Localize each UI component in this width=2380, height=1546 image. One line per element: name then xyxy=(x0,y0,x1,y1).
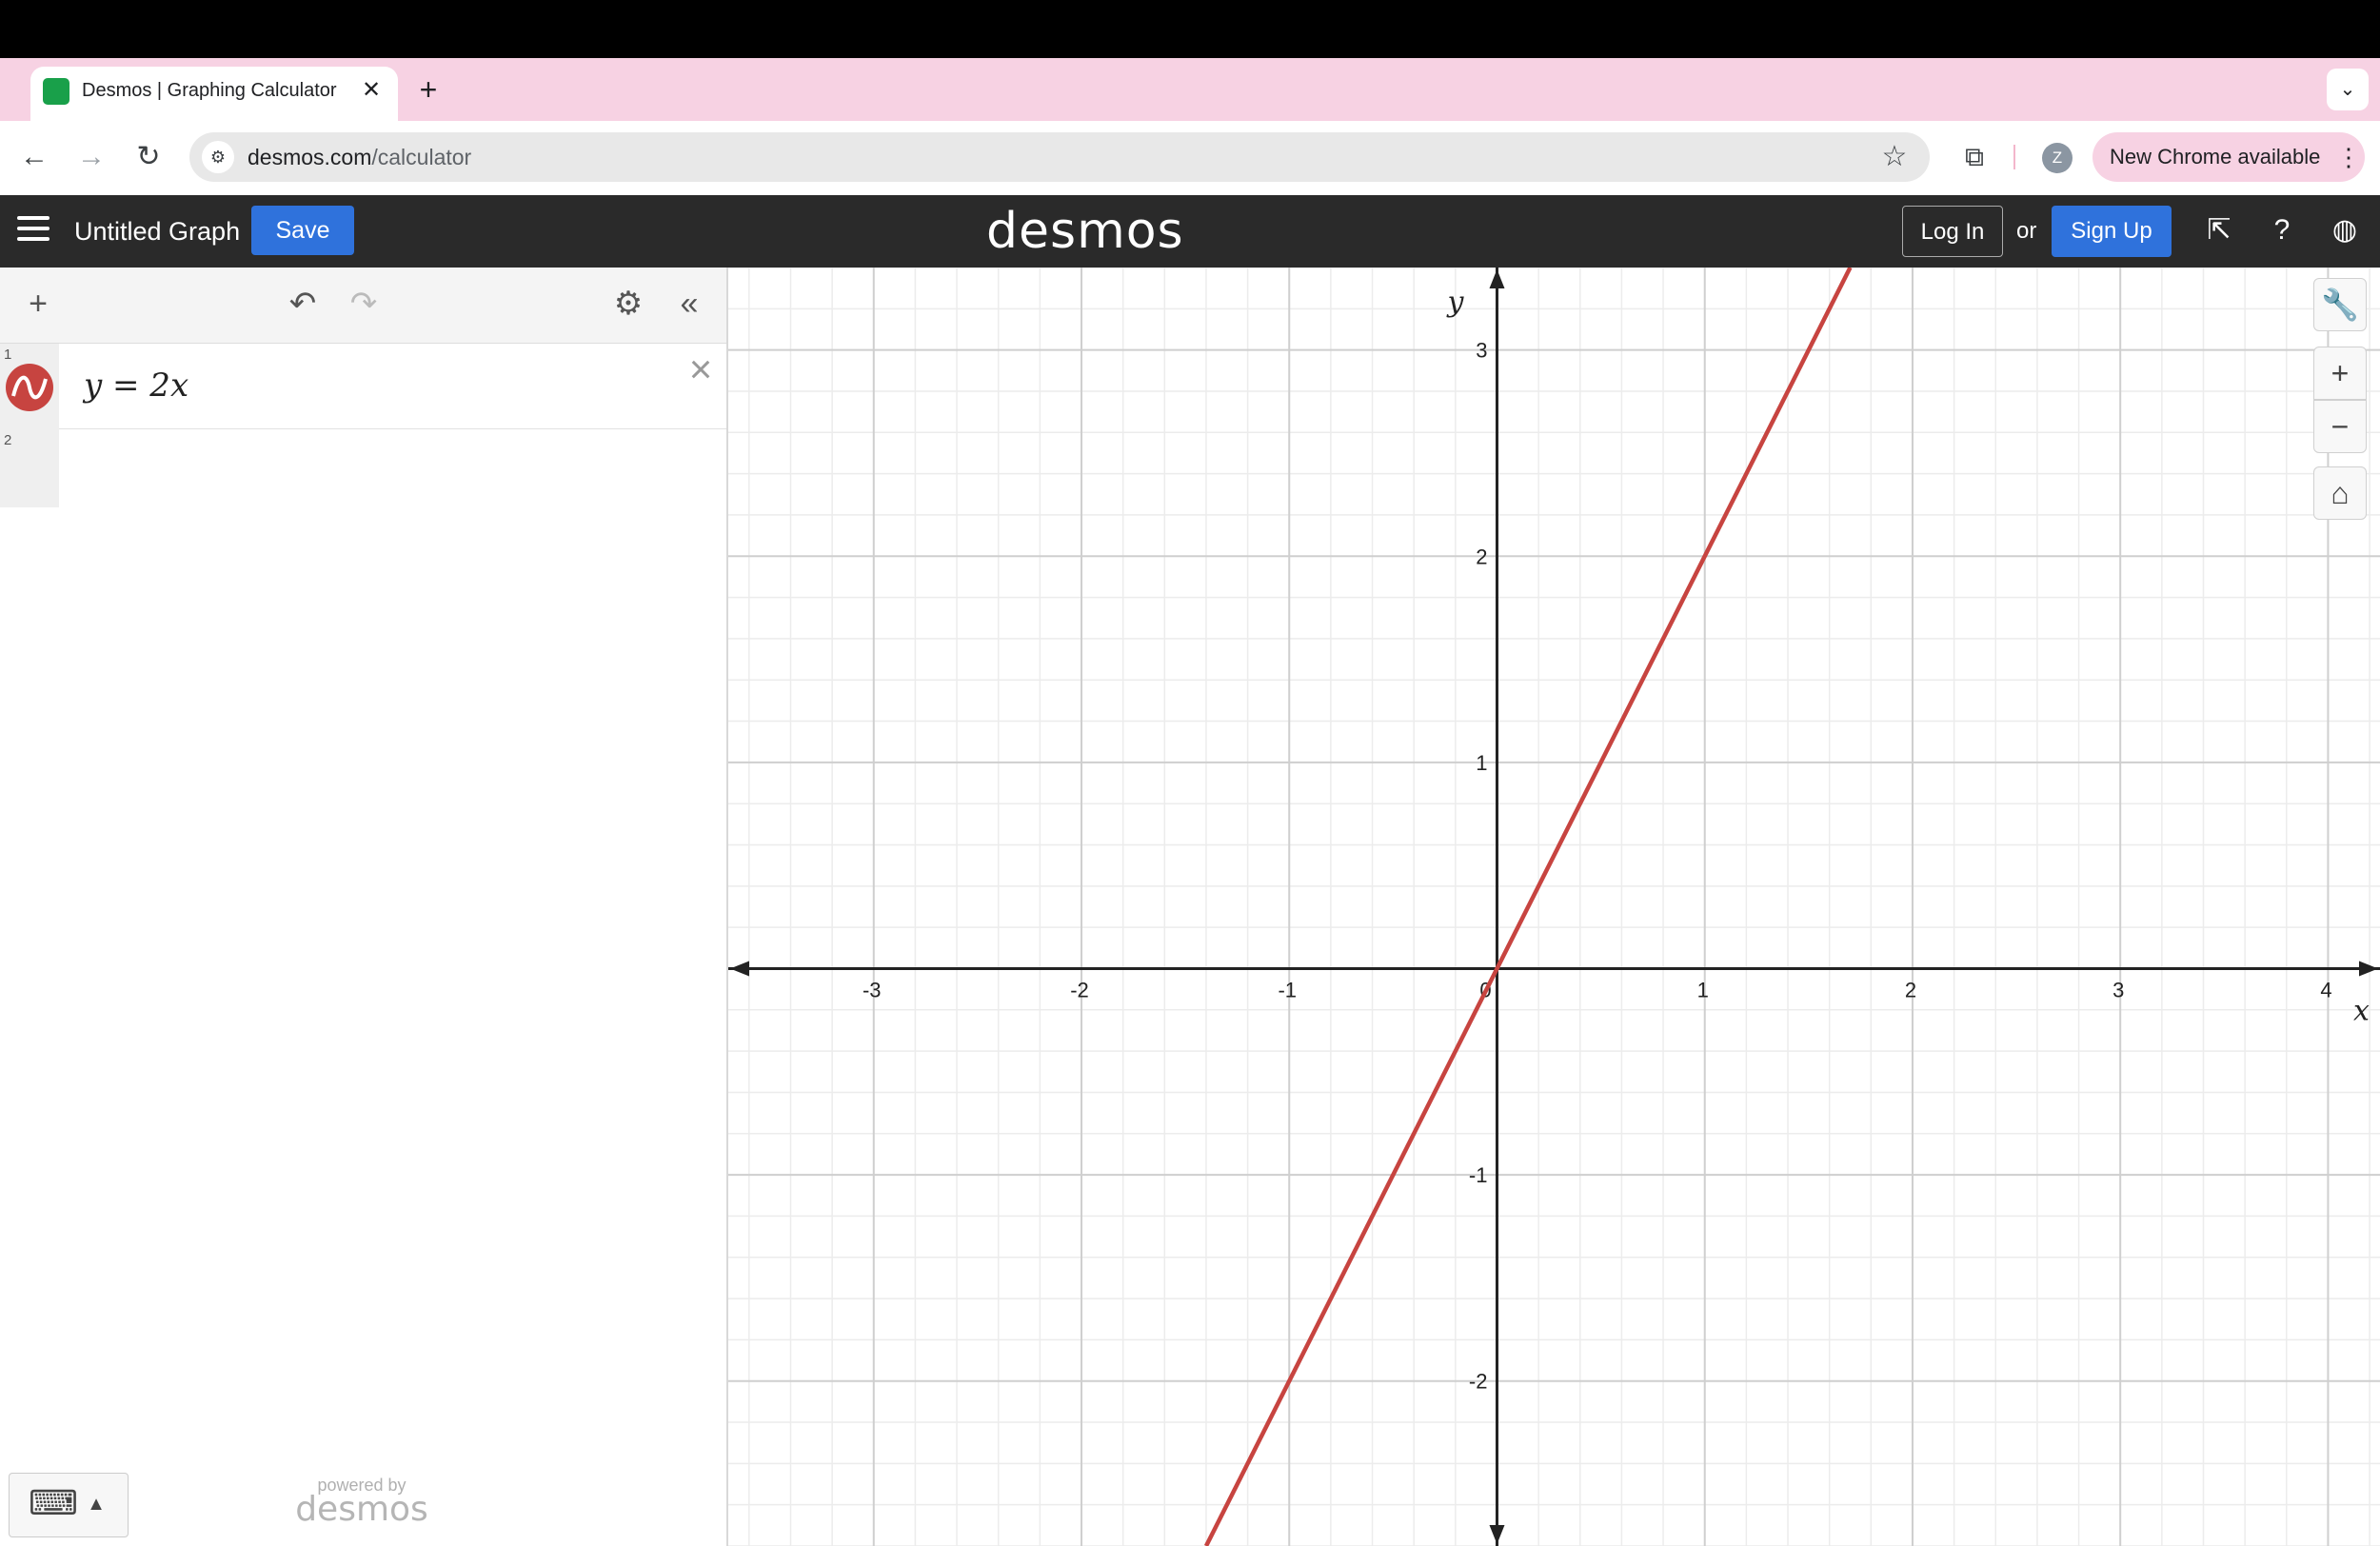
undo-icon[interactable]: ↶ xyxy=(282,283,324,325)
or-label: or xyxy=(2016,218,2037,244)
zoom-in-icon[interactable]: + xyxy=(2313,347,2367,400)
y-axis-arrow-up xyxy=(1489,269,1505,288)
home-icon[interactable]: ⌂ xyxy=(2313,466,2367,520)
series-line xyxy=(1203,268,1853,1546)
x-tick-label: 3 xyxy=(2112,978,2124,1001)
back-icon[interactable]: ← xyxy=(13,133,55,181)
x-tick-label: -2 xyxy=(1070,978,1089,1001)
x-tick-label: 1 xyxy=(1697,978,1709,1001)
expression-index: 2 xyxy=(4,432,12,448)
graph-settings-wrench-icon[interactable]: 🔧 xyxy=(2313,278,2367,331)
url-text[interactable]: desmos.com/calculator xyxy=(248,136,471,178)
more-icon[interactable]: ⋮ xyxy=(2336,132,2361,182)
y-tick-label: 1 xyxy=(1476,751,1487,775)
profile-avatar[interactable]: Z xyxy=(2042,143,2073,173)
y-tick-label: -1 xyxy=(1469,1163,1488,1187)
expression-panel xyxy=(0,268,726,1546)
wave-icon xyxy=(11,375,48,400)
y-axis-arrow-down xyxy=(1489,1525,1505,1544)
site-info-icon[interactable]: ⚙ xyxy=(202,141,234,173)
toolbar-separator xyxy=(2013,145,2015,169)
close-tab-icon[interactable]: ✕ xyxy=(360,76,383,105)
share-icon[interactable]: ⇱ xyxy=(2200,211,2238,249)
star-icon[interactable]: ☆ xyxy=(1875,136,1914,178)
x-axis-arrow-right xyxy=(2359,961,2378,977)
delete-expression-icon[interactable]: × xyxy=(682,349,720,389)
url-path: /calculator xyxy=(371,145,472,169)
desmos-favicon-icon xyxy=(43,78,69,105)
new-tab-button[interactable]: + xyxy=(411,72,446,107)
zoom-out-icon[interactable]: − xyxy=(2313,400,2367,453)
x-axis-arrow-left xyxy=(730,961,749,977)
y-tick-label: 2 xyxy=(1476,545,1487,568)
save-button[interactable]: Save xyxy=(251,206,354,255)
curve-color-icon[interactable] xyxy=(6,364,53,411)
forward-icon[interactable]: → xyxy=(70,133,112,181)
desmos-logo: desmos xyxy=(986,203,1184,260)
os-top-bar xyxy=(0,0,2380,58)
expression-formula[interactable]: y = 2x xyxy=(84,362,188,409)
login-button[interactable]: Log In xyxy=(1902,206,2003,257)
collapse-panel-icon[interactable]: « xyxy=(668,283,710,325)
keyboard-icon: ⌨ xyxy=(29,1483,78,1522)
url-host: desmos.com xyxy=(248,145,372,169)
graph-svg: -3 -2 -1 0 1 2 3 4-2-1123xy xyxy=(728,268,2380,1546)
x-axis-label: x xyxy=(2353,994,2370,1027)
redo-icon[interactable]: ↷ xyxy=(343,283,385,325)
x-tick-label: -1 xyxy=(1278,978,1297,1001)
signup-button[interactable]: Sign Up xyxy=(2052,206,2172,257)
x-tick-label: -3 xyxy=(863,978,882,1001)
caret-up-icon: ▲ xyxy=(87,1494,106,1515)
tab-search-button[interactable]: ⌄ xyxy=(2327,69,2369,110)
menu-icon[interactable] xyxy=(17,214,51,245)
y-axis-label: y xyxy=(1445,286,1464,319)
extensions-icon[interactable]: ⧉ xyxy=(1955,136,1993,178)
help-icon[interactable]: ? xyxy=(2263,211,2301,249)
expression-index: 1 xyxy=(4,347,12,363)
reload-icon[interactable]: ↻ xyxy=(128,133,169,181)
settings-gear-icon[interactable]: ⚙ xyxy=(607,283,649,325)
x-tick-label: 2 xyxy=(1905,978,1916,1001)
graph-title[interactable]: Untitled Graph xyxy=(74,209,240,253)
y-tick-label: 3 xyxy=(1476,339,1487,363)
x-tick-label: 4 xyxy=(2320,978,2331,1001)
y-tick-label: -2 xyxy=(1469,1370,1488,1394)
powered-by-logo: desmos xyxy=(295,1490,428,1529)
tab-title: Desmos | Graphing Calculator xyxy=(82,80,337,101)
add-item-icon[interactable]: + xyxy=(17,283,59,325)
chrome-update-label[interactable]: New Chrome available xyxy=(2110,132,2320,182)
language-globe-icon[interactable]: ◍ xyxy=(2326,211,2364,249)
graph-paper[interactable]: -3 -2 -1 0 1 2 3 4 -2 -1 1 2 3 x y xyxy=(728,268,2380,1546)
